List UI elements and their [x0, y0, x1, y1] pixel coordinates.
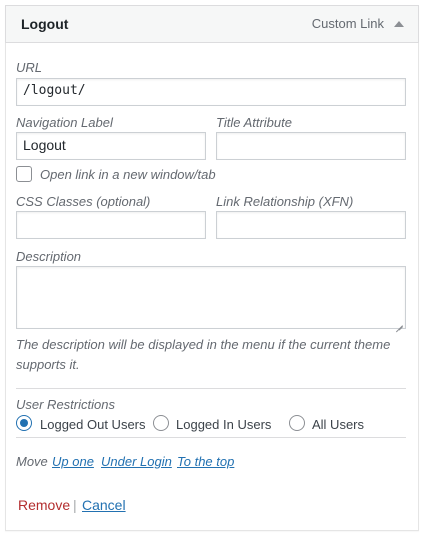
resize-handle-icon[interactable]: [396, 319, 403, 326]
collapse-arrow-icon[interactable]: [394, 21, 404, 27]
menu-item-title: Logout: [21, 16, 69, 32]
title-attribute-label: Title Attribute: [216, 115, 292, 130]
radio-all-users[interactable]: [289, 415, 305, 431]
title-attribute-input[interactable]: [216, 132, 406, 160]
xfn-input[interactable]: [216, 211, 406, 239]
menu-item-type: Custom Link: [311, 16, 384, 31]
radio-logged-out-users[interactable]: [16, 415, 32, 431]
move-under-login-link[interactable]: Under Login: [101, 454, 172, 469]
divider: [16, 437, 406, 438]
menu-item-controls: Custom Link: [312, 16, 404, 31]
move-up-one-link[interactable]: Up one: [52, 454, 94, 469]
radio-label-all-users: All Users: [312, 417, 365, 432]
remove-button[interactable]: Remove: [18, 497, 70, 513]
radio-label-logged-in-users: Logged In Users: [176, 417, 272, 432]
cancel-button[interactable]: Cancel: [82, 497, 126, 513]
url-label: URL: [16, 60, 43, 75]
description-help-line-1: The description will be displayed in the…: [16, 337, 391, 352]
move-label: Move: [16, 454, 48, 469]
url-input[interactable]: /logout/: [16, 78, 406, 106]
divider: [16, 388, 406, 389]
css-classes-label: CSS Classes (optional): [16, 194, 151, 209]
description-label: Description: [16, 249, 82, 264]
radio-logged-in-users[interactable]: [153, 415, 169, 431]
navigation-label-input[interactable]: Logout: [16, 132, 206, 160]
new-window-checkbox[interactable]: [16, 166, 32, 182]
description-textarea[interactable]: [16, 266, 406, 329]
action-separator: |: [73, 497, 77, 513]
menu-item-header[interactable]: Logout Custom Link: [5, 5, 419, 43]
css-classes-input[interactable]: [16, 211, 206, 239]
navigation-label-label: Navigation Label: [16, 115, 113, 130]
radio-label-logged-out-users: Logged Out Users: [40, 417, 146, 432]
move-to-the-top-link[interactable]: To the top: [177, 454, 234, 469]
xfn-label: Link Relationship (XFN): [216, 194, 354, 209]
user-restrictions-label: User Restrictions: [16, 397, 115, 412]
description-help-line-2: supports it.: [16, 357, 80, 372]
new-window-label: Open link in a new window/tab: [40, 167, 216, 182]
